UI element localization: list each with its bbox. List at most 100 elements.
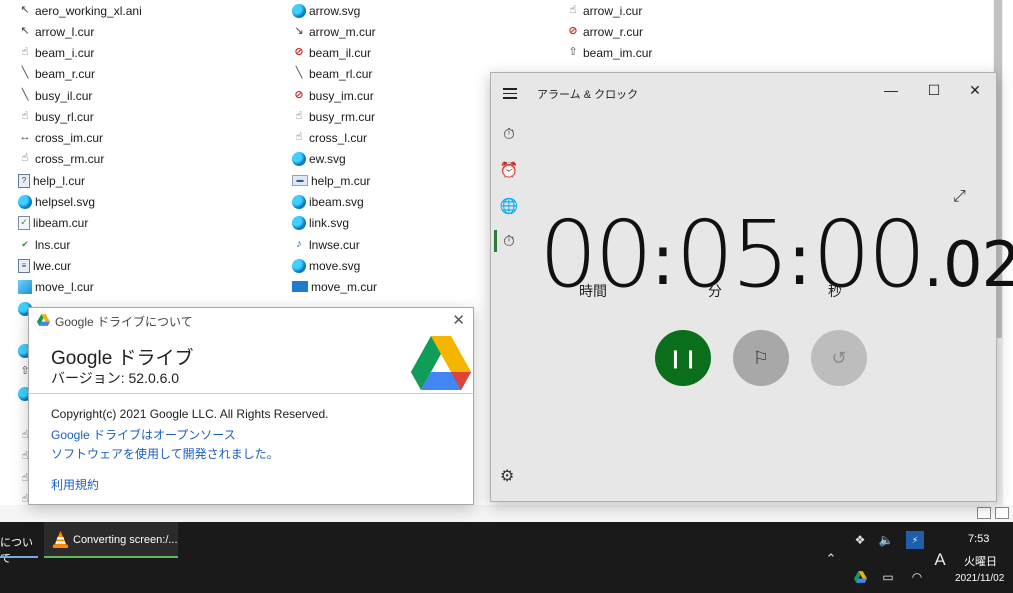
- horizontal-resize-icon: ↔: [19, 131, 31, 143]
- file-item[interactable]: ╲ beam_r.cur: [18, 63, 95, 84]
- google-drive-logo-icon: [37, 314, 50, 326]
- edge-icon: e: [292, 3, 306, 18]
- taskbar: について Converting screen:/... ❖ 🔈 ⚡ ⌃ A ▭ …: [0, 522, 1013, 593]
- ime-indicator[interactable]: A: [930, 550, 950, 570]
- explorer-status-bar: [0, 505, 1013, 522]
- hamburger-menu-icon[interactable]: [503, 88, 517, 102]
- large-icons-view-icon[interactable]: [995, 507, 1009, 519]
- file-item[interactable]: ↔ cross_im.cur: [18, 127, 104, 148]
- file-item[interactable]: emove.svg: [292, 255, 360, 276]
- minutes-value: 05: [675, 201, 790, 308]
- edge-icon: e: [292, 151, 306, 166]
- open-source-link[interactable]: ソフトウェアを使用して開発されました。: [51, 445, 279, 462]
- file-item[interactable]: ▬ help_m.cur: [292, 170, 370, 191]
- file-item[interactable]: ☝ arrow_i.cur: [566, 0, 643, 21]
- document-icon: ≡: [18, 258, 30, 273]
- maximize-button[interactable]: ☐: [914, 79, 954, 101]
- file-item[interactable]: ⇧ beam_im.cur: [566, 42, 652, 63]
- hand-pointer-icon: ☝: [21, 152, 29, 164]
- taskbar-item-label: について: [0, 537, 33, 565]
- block-icon: ⊘: [568, 25, 578, 37]
- open-source-link[interactable]: Google ドライブはオープンソース: [51, 426, 236, 443]
- time-separator: :: [651, 219, 675, 301]
- google-drive-logo-icon: [410, 336, 472, 390]
- dialog-title: Google ドライブについて: [55, 315, 193, 329]
- world-clock-icon[interactable]: 🌐: [500, 197, 519, 215]
- taskbar-item-vlc[interactable]: Converting screen:/...: [44, 522, 178, 558]
- file-item[interactable]: elink.svg: [292, 212, 349, 233]
- file-item[interactable]: earrow.svg: [292, 0, 360, 21]
- file-item[interactable]: ≡ lwe.cur: [18, 255, 71, 276]
- file-item[interactable]: ☝ cross_l.cur: [292, 127, 367, 148]
- cube-icon: ■: [18, 279, 32, 294]
- hand-pointer-icon: ☝: [295, 110, 303, 122]
- music-note-icon: ♪: [296, 238, 302, 250]
- details-view-icon[interactable]: [977, 507, 991, 519]
- clock-time[interactable]: 7:53: [968, 533, 989, 545]
- stopwatch-display: 00 : 05 : 00 . 02: [539, 191, 1013, 308]
- close-icon[interactable]: ✕: [452, 311, 465, 329]
- edge-icon: e: [292, 215, 306, 230]
- volume-icon[interactable]: 🔈: [878, 532, 894, 548]
- file-item[interactable]: eibeam.svg: [292, 191, 364, 212]
- window-title: アラーム & クロック: [537, 89, 639, 101]
- file-item[interactable]: ♪ lnwse.cur: [292, 234, 359, 255]
- blue-rect-icon: ▬: [292, 281, 308, 292]
- time-separator: :: [787, 219, 812, 301]
- file-item[interactable]: ☝ cross_rm.cur: [18, 148, 105, 169]
- nav-active-indicator: [494, 230, 497, 252]
- close-button[interactable]: ✕: [955, 79, 995, 101]
- minimize-button[interactable]: —: [871, 79, 911, 101]
- wifi-icon[interactable]: ◠: [908, 569, 926, 585]
- decimal-separator: .: [923, 228, 944, 301]
- battery-icon[interactable]: ▭: [879, 569, 897, 585]
- file-item[interactable]: ↖ arrow_l.cur: [18, 21, 94, 42]
- dialog-titlebar: Google ドライブについて ✕: [29, 308, 473, 332]
- file-item[interactable]: ↘ arrow_m.cur: [292, 21, 375, 42]
- file-item[interactable]: ╲ busy_il.cur: [18, 85, 93, 106]
- edge-icon: e: [292, 258, 306, 273]
- minutes-unit-label: 分: [708, 283, 722, 299]
- file-item[interactable]: ☝ busy_rl.cur: [18, 106, 94, 127]
- hand-pointer-icon: ☝: [21, 46, 29, 58]
- stopwatch-icon[interactable]: ⏱: [500, 232, 518, 250]
- flag-icon: ⚐: [752, 347, 770, 368]
- chevron-up-icon[interactable]: ⌃: [823, 551, 839, 567]
- file-item[interactable]: ⊘ arrow_r.cur: [566, 21, 643, 42]
- reset-button[interactable]: ↺: [811, 330, 867, 386]
- file-item[interactable]: ■move_l.cur: [18, 276, 94, 297]
- file-item[interactable]: ▬move_m.cur: [292, 276, 377, 297]
- timer-icon[interactable]: ⏱: [500, 125, 518, 143]
- terms-link[interactable]: 利用規約: [51, 476, 99, 493]
- file-item[interactable]: ✔ lns.cur: [18, 234, 70, 255]
- alarm-icon[interactable]: ⏰: [500, 161, 519, 179]
- file-item[interactable]: ↖ aero_working_xl.ani: [18, 0, 141, 21]
- file-item[interactable]: ☝ beam_i.cur: [18, 42, 95, 63]
- taskbar-item-google-drive[interactable]: について: [0, 522, 38, 565]
- dropbox-icon[interactable]: ❖: [852, 532, 868, 548]
- edge-icon: e: [18, 194, 32, 209]
- file-item[interactable]: ⊘ beam_il.cur: [292, 42, 371, 63]
- app-version: バージョン: 52.0.6.0: [51, 370, 180, 386]
- clock-day[interactable]: 火曜日: [964, 553, 997, 569]
- file-item[interactable]: ehelpsel.svg: [18, 191, 95, 212]
- block-icon: ⊘: [294, 46, 304, 58]
- file-item[interactable]: eew.svg: [292, 148, 346, 169]
- file-item[interactable]: ☝ busy_rm.cur: [292, 106, 375, 127]
- settings-gear-icon[interactable]: ⚙: [500, 466, 514, 486]
- up-arrow-icon: ⇧: [568, 46, 578, 58]
- app-tray-icon[interactable]: ⚡: [906, 531, 924, 549]
- bar-icon: ▬: [292, 175, 308, 186]
- active-underline: [44, 556, 178, 558]
- file-item[interactable]: ⊘ busy_im.cur: [292, 85, 373, 106]
- hand-pointer-icon: ☝: [569, 4, 577, 16]
- file-item[interactable]: ╲ beam_rl.cur: [292, 63, 373, 84]
- block-icon: ⊘: [294, 89, 304, 101]
- file-item[interactable]: ✓ libeam.cur: [18, 212, 88, 233]
- pause-button[interactable]: ❙❙: [655, 330, 711, 386]
- clock-date[interactable]: 2021/11/02: [955, 573, 1004, 584]
- lap-button[interactable]: ⚐: [733, 330, 789, 386]
- file-item[interactable]: ? help_l.cur: [18, 170, 85, 191]
- google-drive-tray-icon[interactable]: [852, 569, 868, 585]
- alarm-clock-window: アラーム & クロック — ☐ ✕ ⏱ ⏰ 🌐 ⏱ ⤢ 00 : 05 : 00…: [490, 72, 1013, 502]
